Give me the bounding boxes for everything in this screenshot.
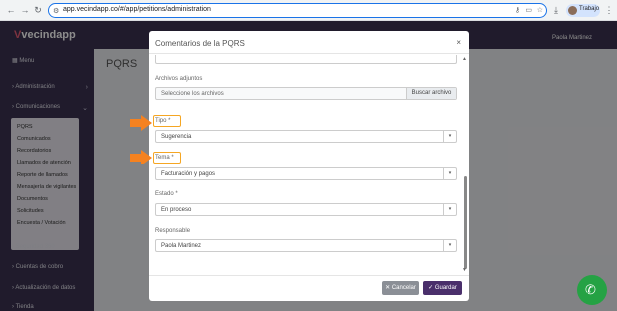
arrow-right-icon xyxy=(130,115,152,131)
estado-label: Estado * xyxy=(155,191,178,197)
tema-value: Facturación y pagos xyxy=(161,171,216,177)
estado-select[interactable]: En proceso ▾ xyxy=(155,203,457,216)
scroll-up-icon[interactable]: ▲ xyxy=(462,56,467,62)
chevron-down-icon: ▾ xyxy=(443,131,456,142)
kebab-menu-icon[interactable]: ⋮ xyxy=(604,5,614,15)
close-icon[interactable]: × xyxy=(456,38,461,47)
forward-icon[interactable]: → xyxy=(20,5,30,15)
estado-value: En proceso xyxy=(161,207,192,213)
responsable-value: Paola Martinez xyxy=(161,243,202,249)
tema-label: Tema * xyxy=(155,155,174,161)
cancel-button[interactable]: ✕ Cancelar xyxy=(382,281,419,295)
profile-chip[interactable]: Trabajo xyxy=(566,4,600,17)
chevron-down-icon: ▾ xyxy=(443,240,456,251)
pqrs-comments-modal: Comentarios de la PQRS × Archivos adjunt… xyxy=(149,31,469,301)
cast-icon[interactable]: ▭ xyxy=(525,6,532,14)
browser-toolbar: ← → ↻ ⚙ app.vecindapp.co/#/app/petitions… xyxy=(0,0,617,21)
tema-select[interactable]: Facturación y pagos ▾ xyxy=(155,167,457,180)
attachments-label: Archivos adjuntos xyxy=(155,76,203,82)
phone-icon: ✆ xyxy=(585,282,596,297)
responsable-select[interactable]: Paola Martinez ▾ xyxy=(155,239,457,252)
attachments-placeholder: Seleccione los archivos xyxy=(161,91,224,97)
download-icon[interactable]: ⤓ xyxy=(551,5,561,15)
site-info-icon[interactable]: ⚙ xyxy=(53,7,59,15)
save-button[interactable]: ✓ Guardar xyxy=(423,281,462,295)
tipo-select[interactable]: Sugerencia ▾ xyxy=(155,130,457,143)
avatar xyxy=(568,6,577,15)
responsable-label: Responsable xyxy=(155,228,191,234)
address-bar[interactable]: ⚙ app.vecindapp.co/#/app/petitions/admin… xyxy=(48,3,547,18)
annotation-arrows xyxy=(130,115,152,164)
reload-icon[interactable]: ↻ xyxy=(33,5,43,15)
tipo-label: Tipo * xyxy=(155,118,171,124)
modal-title: Comentarios de la PQRS xyxy=(155,39,245,48)
comment-textarea[interactable] xyxy=(155,55,457,64)
browse-file-button[interactable]: Buscar archivo xyxy=(406,88,456,99)
chevron-down-icon: ▾ xyxy=(443,204,456,215)
chevron-down-icon: ▾ xyxy=(443,168,456,179)
bookmark-star-icon[interactable]: ☆ xyxy=(537,6,543,14)
back-icon[interactable]: ← xyxy=(6,5,16,15)
modal-footer-divider xyxy=(149,275,469,276)
tipo-value: Sugerencia xyxy=(161,134,192,140)
modal-scrollbar[interactable] xyxy=(464,176,467,269)
url-text: app.vecindapp.co/#/app/petitions/adminis… xyxy=(63,6,211,13)
arrow-right-icon xyxy=(130,150,152,164)
modal-header-divider xyxy=(149,53,469,54)
profile-label: Trabajo xyxy=(579,6,600,12)
attachments-input[interactable]: Seleccione los archivos Buscar archivo xyxy=(155,87,457,100)
key-icon[interactable]: ⚷ xyxy=(515,6,520,14)
scroll-down-icon[interactable]: ▼ xyxy=(462,267,467,273)
